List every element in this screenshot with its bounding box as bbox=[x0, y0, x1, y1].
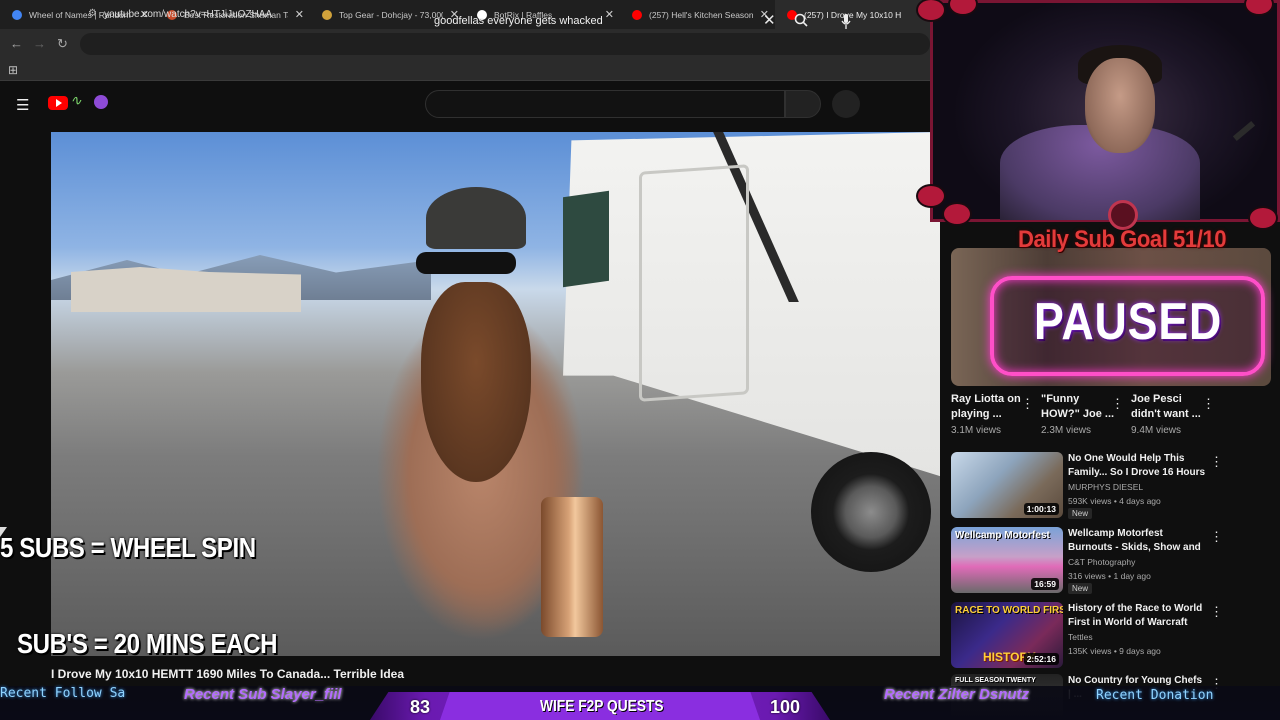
thumbnail-caption: RACE TO WORLD FIRST bbox=[955, 605, 1063, 616]
bookmarks-bar: ⊞ bbox=[0, 59, 930, 81]
tab-close-icon[interactable]: ✕ bbox=[605, 8, 614, 21]
youtube-doodle-icon[interactable]: ∿ bbox=[70, 92, 82, 109]
search-input[interactable] bbox=[425, 90, 785, 118]
video-meta: 316 views • 1 day ago bbox=[1068, 571, 1151, 581]
voice-search-button[interactable] bbox=[832, 90, 860, 118]
recommendation-item[interactable]: Wellcamp Motorfest 16:59 Wellcamp Motorf… bbox=[951, 527, 1271, 594]
short-title[interactable]: Joe Pesci didn't want ... bbox=[1131, 392, 1211, 422]
quest-target-value: 100 bbox=[770, 697, 801, 717]
more-options-icon[interactable]: ⋮ bbox=[1202, 396, 1215, 412]
new-badge: New bbox=[1068, 508, 1093, 519]
thumbnail-caption: Wellcamp Motorfest bbox=[955, 530, 1050, 541]
webcam-person-face bbox=[1085, 58, 1155, 153]
short-views: 2.3M views bbox=[1041, 425, 1092, 436]
video-thumbnail[interactable]: 1:00:13 bbox=[951, 452, 1063, 518]
video-title: I Drove My 10x10 HEMTT 1690 Miles To Can… bbox=[51, 667, 405, 681]
video-scene-sunglasses bbox=[416, 252, 516, 274]
short-title[interactable]: "Funny HOW?" Joe ... bbox=[1041, 392, 1121, 422]
short-title[interactable]: Ray Liotta on playing ... bbox=[951, 392, 1031, 422]
recommendation-item[interactable]: RACE TO WORLD FIRST HISTORY 2:52:16 Hist… bbox=[951, 602, 1271, 668]
recent-donation-text: Recent Donation bbox=[1096, 688, 1214, 703]
more-options-icon[interactable]: ⋮ bbox=[1210, 454, 1223, 470]
screen: Wheel of Names | Random nam✕ Best Restor… bbox=[0, 0, 1280, 720]
url-text[interactable]: youtube.com/watch?v=HTJiJuOZHAA bbox=[104, 9, 272, 20]
tab-favicon-icon bbox=[322, 9, 332, 20]
tab-favicon-icon bbox=[632, 9, 642, 20]
recommendation-title[interactable]: Wellcamp Motorfest Burnouts - Skids, Sho… bbox=[1068, 527, 1206, 555]
video-duration: 2:52:16 bbox=[1023, 653, 1059, 665]
browser-tab[interactable]: (257) Hell's Kitchen Season 18 ✕ bbox=[620, 0, 775, 29]
quest-current-value: 83 bbox=[410, 697, 431, 717]
search-query[interactable]: goodfellas everyone gets whacked bbox=[434, 15, 603, 27]
recommendation-item[interactable]: 1:00:13 No One Would Help This Family...… bbox=[951, 452, 1271, 519]
video-scene-door bbox=[639, 164, 749, 402]
reload-icon[interactable]: ↻ bbox=[57, 36, 68, 52]
url-field[interactable] bbox=[80, 33, 930, 55]
more-options-icon[interactable]: ⋮ bbox=[1210, 604, 1223, 620]
forward-arrow-icon[interactable]: → bbox=[33, 36, 46, 51]
short-views: 9.4M views bbox=[1131, 425, 1182, 436]
cloud-decoration-icon bbox=[918, 0, 944, 20]
search-icon[interactable] bbox=[794, 13, 808, 27]
quest-title: WIFE F2P QUESTS bbox=[540, 698, 664, 715]
daily-sub-goal-text: Daily Sub Goal 51/10 bbox=[1018, 226, 1227, 253]
more-options-icon[interactable]: ⋮ bbox=[1111, 396, 1124, 412]
tab-title: Top Gear - Dohcjay - 73,000 DF bbox=[339, 9, 443, 20]
youtube-logo-icon[interactable] bbox=[48, 96, 68, 110]
more-options-icon[interactable]: ⋮ bbox=[1021, 396, 1034, 412]
overlay-sub-minutes-text: SUB'S = 20 MINS EACH bbox=[17, 628, 278, 659]
tab-title: (257) Hell's Kitchen Season 18 bbox=[649, 9, 753, 20]
microphone-icon[interactable] bbox=[841, 14, 851, 30]
cloud-decoration-icon bbox=[944, 204, 970, 224]
recommendation-title[interactable]: No One Would Help This Family... So I Dr… bbox=[1068, 452, 1206, 480]
short-item[interactable]: Joe Pesci didn't want ... 9.4M views bbox=[1131, 392, 1211, 436]
video-duration: 16:59 bbox=[1031, 578, 1059, 590]
short-item[interactable]: "Funny HOW?" Joe ... 2.3M views bbox=[1041, 392, 1121, 436]
menu-icon[interactable]: ☰ bbox=[16, 96, 29, 114]
tab-favicon-icon bbox=[12, 9, 22, 20]
recent-zilter-text: Recent Zilter Dsnutz bbox=[884, 686, 1030, 703]
video-scene-beard bbox=[421, 282, 531, 482]
address-bar: ← → ↻ bbox=[0, 29, 930, 59]
youtube-header: ☰ ∿ bbox=[0, 82, 940, 128]
paused-label: PAUSED bbox=[1034, 293, 1223, 351]
tab-title: (257) I Drove My 10x10 H bbox=[804, 9, 902, 20]
recent-follow-text: Recent Follow Sa bbox=[0, 686, 126, 701]
video-duration: 1:00:13 bbox=[1023, 503, 1059, 515]
video-scene-cap bbox=[426, 187, 526, 249]
site-info-icon[interactable]: ⚙ bbox=[88, 8, 97, 19]
channel-name[interactable]: C&T Photography bbox=[1068, 557, 1135, 567]
video-thumbnail[interactable]: RACE TO WORLD FIRST HISTORY 2:52:16 bbox=[951, 602, 1063, 668]
back-arrow-icon[interactable]: ← bbox=[10, 36, 23, 51]
short-views: 3.1M views bbox=[951, 425, 1002, 436]
video-scene-cup bbox=[541, 497, 603, 637]
recent-sub-text: Recent Sub Slayer_fiil bbox=[184, 686, 342, 703]
channel-name[interactable]: Tettles bbox=[1068, 632, 1093, 642]
doodle-dot-icon bbox=[94, 95, 108, 109]
cloud-decoration-icon bbox=[1250, 208, 1276, 228]
short-item[interactable]: Ray Liotta on playing ... 3.1M views bbox=[951, 392, 1031, 436]
thumbnail-caption: FULL SEASON TWENTY bbox=[955, 677, 1036, 684]
new-badge: New bbox=[1068, 583, 1093, 594]
clear-search-icon[interactable]: ✕ bbox=[763, 11, 776, 29]
tab-close-icon[interactable]: ✕ bbox=[295, 8, 304, 21]
more-options-icon[interactable]: ⋮ bbox=[1210, 529, 1223, 545]
video-meta: 135K views • 9 days ago bbox=[1068, 646, 1161, 656]
video-scene-wheel bbox=[811, 452, 931, 572]
overlay-wheel-spin-text: 5 SUBS = WHEEL SPIN bbox=[0, 532, 256, 563]
video-thumbnail[interactable]: Wellcamp Motorfest 16:59 bbox=[951, 527, 1063, 593]
search-button[interactable] bbox=[785, 90, 821, 118]
video-meta: 593K views • 4 days ago bbox=[1068, 496, 1161, 506]
channel-name[interactable]: MURPHYS DIESEL bbox=[1068, 482, 1143, 492]
apps-grid-icon[interactable]: ⊞ bbox=[8, 63, 18, 77]
cloud-decoration-icon bbox=[918, 186, 944, 206]
video-player[interactable] bbox=[51, 132, 940, 656]
recommendation-title[interactable]: History of the Race to World First in Wo… bbox=[1068, 602, 1206, 630]
